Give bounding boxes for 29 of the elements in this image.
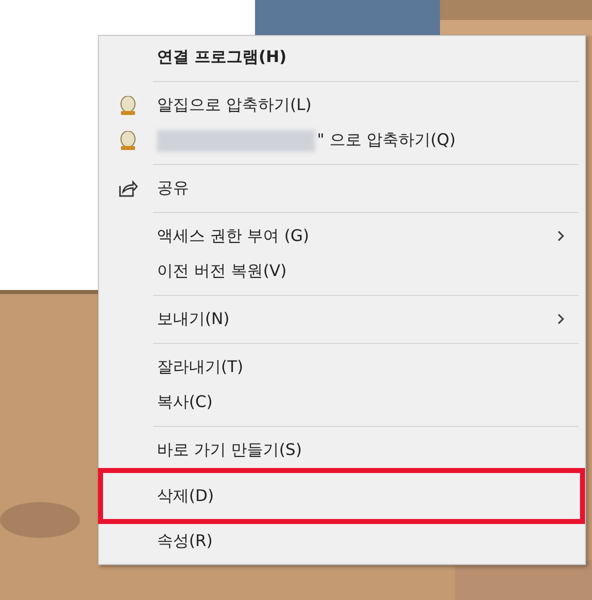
menu-item[interactable]: 바로 가기 만들기(S) bbox=[99, 433, 585, 468]
menu-item[interactable]: 액세스 권한 부여 (G) bbox=[99, 219, 585, 254]
menu-item[interactable]: 삭제(D) bbox=[99, 478, 580, 514]
menu-item[interactable]: 복사(C) bbox=[99, 385, 585, 420]
menu-item[interactable]: 이전 버전 복원(V) bbox=[99, 254, 585, 289]
share-icon bbox=[118, 180, 138, 198]
menu-item-label: 보내기(N) bbox=[157, 309, 230, 330]
menu-item[interactable]: 속성(R) bbox=[99, 524, 585, 559]
menu-item[interactable]: " 으로 압축하기(Q) bbox=[99, 123, 585, 158]
menu-item-label: 연결 프로그램(H) bbox=[157, 47, 287, 68]
menu-item[interactable]: 보내기(N) bbox=[99, 302, 585, 337]
chevron-right-icon bbox=[557, 313, 565, 325]
menu-item-label: 액세스 권한 부여 (G) bbox=[157, 226, 310, 247]
menu-item-label: 속성(R) bbox=[157, 531, 213, 552]
chevron-right-icon bbox=[557, 230, 565, 242]
menu-item-label: 잘라내기(T) bbox=[157, 357, 244, 378]
menu-item-label: " 으로 압축하기(Q) bbox=[317, 130, 456, 151]
egg-icon bbox=[119, 96, 137, 116]
menu-item-label: 삭제(D) bbox=[157, 486, 214, 506]
menu-item[interactable]: 연결 프로그램(H) bbox=[99, 40, 585, 75]
menu-item-label: 공유 bbox=[157, 178, 189, 199]
menu-item[interactable]: 잘라내기(T) bbox=[99, 350, 585, 385]
menu-item[interactable]: 공유 bbox=[99, 171, 585, 206]
menu-item-label: 이전 버전 복원(V) bbox=[157, 261, 287, 282]
egg-icon bbox=[119, 130, 137, 150]
menu-item-label: 바로 가기 만들기(S) bbox=[157, 440, 302, 461]
menu-item[interactable]: 알집으로 압축하기(L) bbox=[99, 88, 585, 123]
menu-item-label: 복사(C) bbox=[157, 392, 213, 413]
menu-item-label: 알집으로 압축하기(L) bbox=[157, 95, 312, 116]
